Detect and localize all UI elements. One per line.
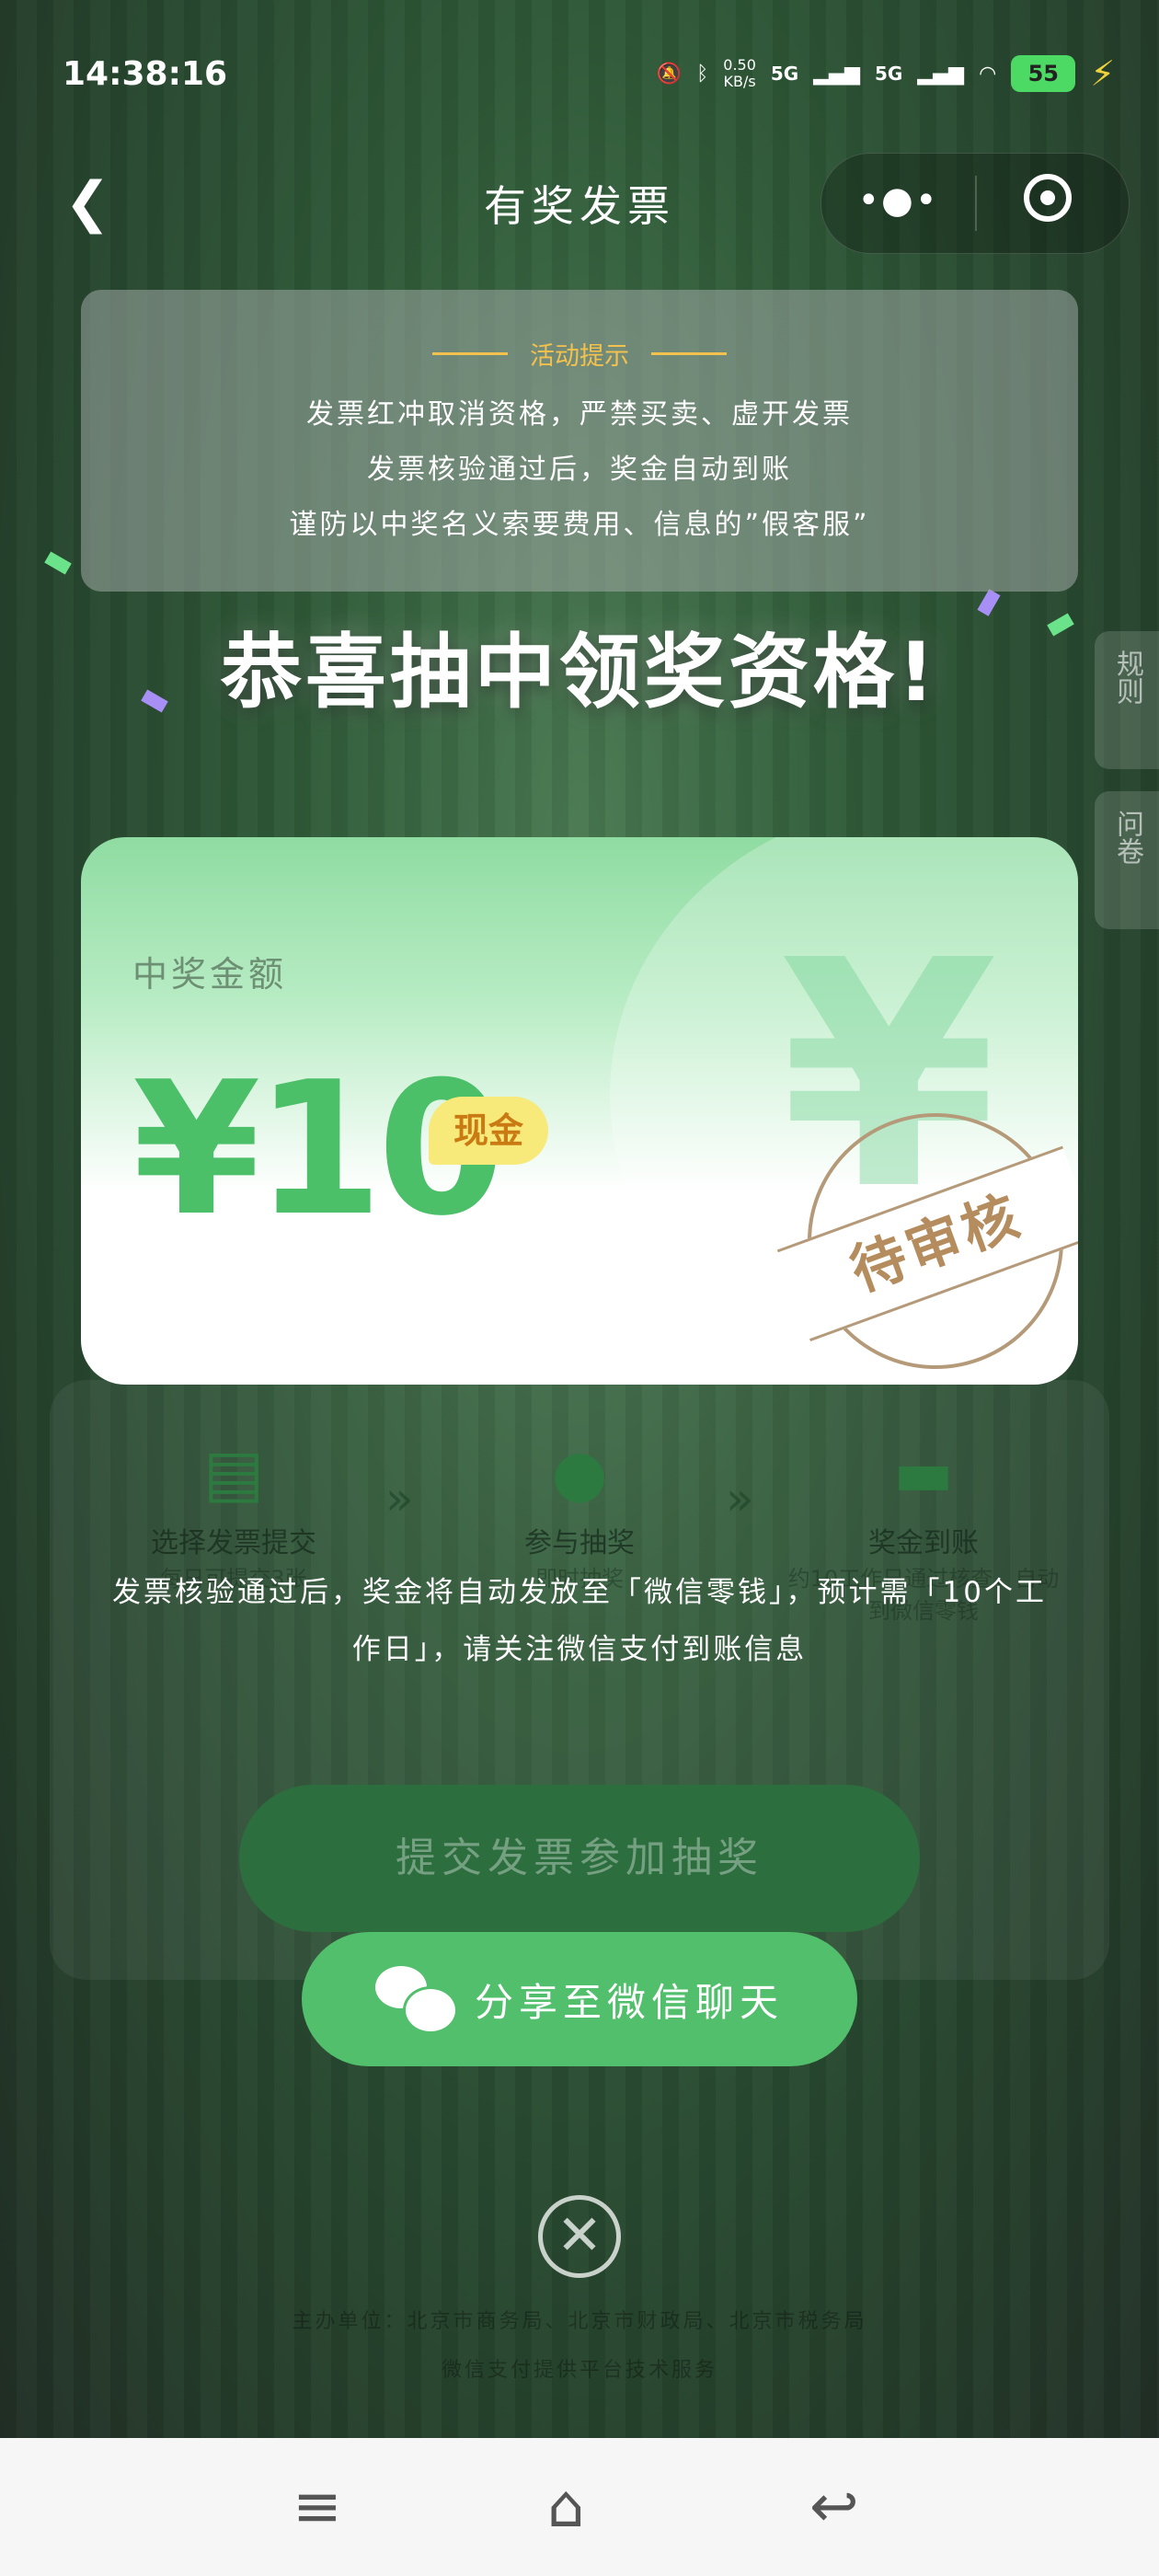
signal-5g-1: 5G [770, 63, 799, 85]
rules-tab-label: 规则 [1111, 650, 1143, 705]
home-icon[interactable]: ⌂ [547, 2473, 585, 2541]
activity-tip-line: 发票红冲取消资格，严禁买卖、虚开发票 [306, 398, 853, 431]
share-wechat-label: 分享至微信聊天 [474, 1979, 784, 2025]
activity-tip-line: 发票核验通过后，奖金自动到账 [367, 454, 792, 486]
nav-bar: ❮ 有奖发票 •●• [0, 147, 1159, 258]
more-dots-icon[interactable]: •●• [821, 179, 975, 222]
mute-icon: 🔕 [656, 62, 683, 86]
capsule-divider [975, 176, 977, 231]
close-icon[interactable]: ✕ [538, 2195, 621, 2278]
bluetooth-icon: ᛒ [696, 62, 709, 86]
congrats-heading: 恭喜抽中领奖资格! [220, 625, 939, 719]
rules-tab[interactable]: 规则 [1095, 631, 1159, 769]
prize-amount-label: 中奖金额 [132, 954, 288, 995]
survey-tab[interactable]: 问卷 [1095, 791, 1159, 929]
document-check-icon: ▤ [202, 1435, 265, 1511]
wechat-icon [374, 1966, 458, 2034]
net-speed: 0.50 KB/s [723, 57, 756, 90]
mini-program-capsule: •●• [820, 153, 1130, 254]
activity-tip-title: 活动提示 [530, 342, 629, 371]
payout-notice: 发票核验通过后，奖金将自动发放至「微信零钱」，预计需「10个工 作日」，请关注微… [74, 1564, 1085, 1678]
signal-5g-2: 5G [875, 63, 903, 85]
status-bar: 14:38:16 🔕 ᛒ 0.50 KB/s 5G ▂▄▆ 5G ▂▄▆ ◠ 5… [0, 37, 1159, 120]
target-icon[interactable] [1024, 174, 1072, 222]
payout-notice-line: 发票核验通过后，奖金将自动发放至「微信零钱」，预计需「10个工 [112, 1576, 1047, 1609]
net-speed-value: 0.50 [723, 56, 756, 74]
net-speed-unit: KB/s [723, 73, 756, 90]
signal-bars-icon: ▂▄▆ [813, 62, 860, 86]
step-title: 参与抽奖 [524, 1527, 635, 1559]
cash-badge: 现金 [429, 1097, 548, 1165]
back-nav-icon[interactable]: ↩ [809, 2473, 859, 2541]
battery-icon: 55 [1011, 55, 1076, 92]
footer-organizer: 主办单位：北京市商务局、北京市财政局、北京市税务局 [292, 2310, 867, 2333]
charging-icon: ⚡ [1090, 53, 1115, 94]
chevron-right-icon: » [726, 1472, 754, 1525]
wifi-icon: ◠ [979, 62, 997, 86]
step-title: 选择发票提交 [151, 1527, 316, 1559]
status-time: 14:38:16 [63, 55, 228, 93]
payout-notice-line: 作日」，请关注微信支付到账信息 [351, 1633, 808, 1666]
prize-card: ¥ 中奖金额 ¥10 现金 待审核 [81, 837, 1078, 1385]
share-wechat-button[interactable]: 分享至微信聊天 [302, 1932, 857, 2066]
chevron-right-icon: » [385, 1472, 414, 1525]
activity-tip-heading: 活动提示 [81, 336, 1078, 372]
activity-tip-line: 谨防以中奖名义索要费用、信息的”假客服” [289, 509, 870, 541]
step-title: 奖金到账 [868, 1527, 979, 1559]
divider-line [651, 352, 727, 355]
submit-invoice-button[interactable]: 提交发票参加抽奖 [239, 1785, 920, 1932]
activity-tip-panel: 活动提示 发票红冲取消资格，严禁买卖、虚开发票 发票核验通过后，奖金自动到账 谨… [81, 290, 1078, 592]
divider-line [432, 352, 508, 355]
money-bag-icon: ● [551, 1435, 608, 1511]
menu-icon[interactable]: ≡ [293, 2473, 342, 2541]
footer-support: 微信支付提供平台技术服务 [441, 2359, 717, 2382]
survey-tab-label: 问卷 [1111, 810, 1143, 865]
wallet-icon: ▬ [892, 1435, 955, 1511]
system-nav-bar: ≡ ⌂ ↩ [0, 2438, 1159, 2576]
signal-bars-icon: ▂▄▆ [917, 62, 965, 86]
status-icons: 🔕 ᛒ 0.50 KB/s 5G ▂▄▆ 5G ▂▄▆ ◠ 55 ⚡ [657, 53, 1115, 94]
